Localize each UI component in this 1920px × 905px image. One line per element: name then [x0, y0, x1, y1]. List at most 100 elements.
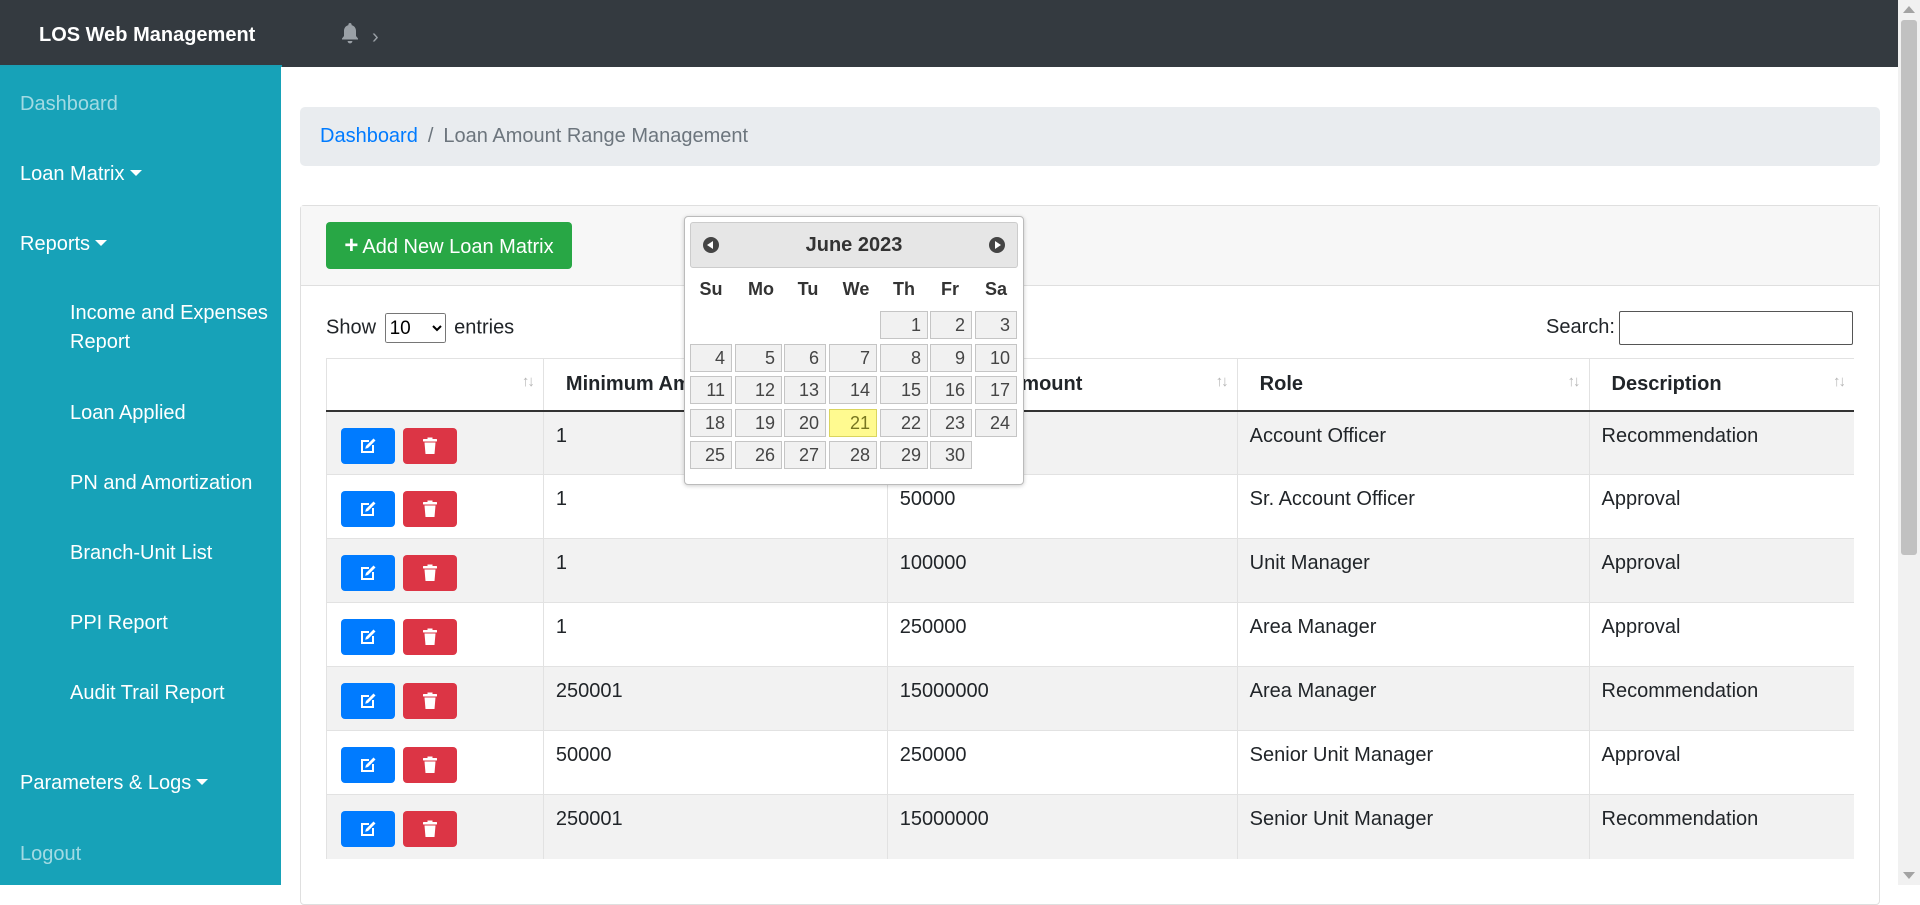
calendar-day[interactable]: 28 [829, 441, 877, 469]
bell-icon[interactable] [340, 22, 362, 46]
column-header-description[interactable]: Description ↑↓ [1588, 358, 1854, 412]
calendar-day[interactable]: 20 [784, 408, 826, 437]
calendar-day[interactable]: 8 [880, 343, 928, 372]
calendar-day[interactable]: 14 [829, 376, 877, 404]
cell-role: Senior Unit Manager [1236, 794, 1590, 859]
edit-button[interactable] [341, 491, 395, 527]
calendar-day[interactable]: 5 [735, 343, 782, 372]
calendar-day[interactable]: 2 [930, 311, 972, 339]
calendar-day[interactable]: 27 [784, 441, 826, 469]
weekday-header: We [842, 279, 870, 299]
calendar-day[interactable]: 26 [735, 441, 782, 469]
delete-button[interactable] [403, 619, 457, 655]
calendar-day[interactable]: 12 [735, 376, 782, 404]
delete-button[interactable] [403, 811, 457, 847]
chevron-right-icon[interactable]: › [372, 27, 379, 47]
sidebar-item-pn-amortization[interactable]: PN and Amortization [70, 469, 270, 498]
calendar-day[interactable]: 1 [880, 311, 928, 339]
cell-description: Approval [1588, 730, 1854, 795]
calendar-day[interactable]: 24 [975, 408, 1017, 437]
breadcrumb-separator: / [427, 125, 434, 147]
edit-button[interactable] [341, 683, 395, 719]
cell-role: Sr. Account Officer [1236, 474, 1590, 539]
cell-minimum-amount: 250001 [542, 794, 888, 859]
next-month-icon[interactable] [989, 237, 1005, 253]
table-row: 1 50000 Sr. Account Officer Approval [326, 474, 1854, 539]
cell-maximum-amount: 100000 [886, 538, 1238, 603]
delete-button[interactable] [403, 491, 457, 527]
sidebar-item-income-expenses-report[interactable]: Income and Expenses Report [70, 299, 270, 357]
page-size-select[interactable]: 10 [384, 313, 446, 343]
calendar-day[interactable]: 29 [880, 441, 928, 469]
breadcrumb-dashboard-link[interactable]: Dashboard [320, 125, 418, 147]
weekday-header: Sa [984, 279, 1008, 299]
cell-description: Recommendation [1588, 666, 1854, 731]
edit-button[interactable] [341, 427, 395, 464]
cell-maximum-amount: 15000000 [886, 666, 1238, 731]
show-label: Show [326, 316, 377, 339]
datepicker-header: June 2023 [690, 222, 1018, 268]
sort-icon: ↑↓ [1567, 373, 1581, 390]
column-header-actions[interactable]: ↑↓ [326, 358, 544, 412]
calendar-day[interactable]: 4 [690, 343, 732, 372]
table-row: 250001 15000000 Area Manager Recommendation [326, 666, 1854, 731]
calendar-day[interactable]: 18 [690, 408, 732, 437]
calendar-day[interactable]: 21 [829, 408, 877, 437]
edit-button[interactable] [341, 747, 395, 783]
sidebar-item-reports[interactable]: Reports [20, 233, 108, 256]
calendar-day[interactable]: 19 [735, 408, 782, 437]
scroll-down-arrow[interactable] [1903, 872, 1915, 879]
delete-button[interactable] [403, 683, 457, 719]
sidebar-item-loan-matrix[interactable]: Loan Matrix [20, 163, 142, 186]
sidebar-item-loan-applied[interactable]: Loan Applied [70, 399, 270, 428]
calendar-day[interactable]: 9 [930, 343, 972, 372]
cell-maximum-amount: 15000000 [886, 794, 1238, 859]
sidebar-item-parameters-logs[interactable]: Parameters & Logs [20, 772, 209, 795]
calendar-day[interactable]: 15 [880, 376, 928, 404]
datepicker: June 2023 Su Mo Tu We Th Fr Sa 1 2 3 4 5 6 7 8 9 10 11 12 1… [684, 216, 1024, 485]
calendar-day[interactable]: 3 [975, 311, 1017, 339]
sort-icon: ↑↓ [1833, 373, 1846, 390]
calendar-day[interactable]: 13 [784, 376, 826, 404]
app-title[interactable]: LOS Web Management [0, 0, 282, 67]
sidebar-item-branch-unit-list[interactable]: Branch-Unit List [70, 539, 270, 568]
sidebar-item-audit-trail-report[interactable]: Audit Trail Report [70, 679, 270, 708]
delete-button[interactable] [403, 427, 457, 464]
add-button-label: Add New Loan Matrix [362, 236, 554, 258]
sidebar-item-logout[interactable]: Logout [20, 843, 81, 866]
top-navbar [0, 0, 1898, 67]
sidebar-item-label: Loan Matrix [20, 163, 125, 185]
row-actions-cell [326, 474, 544, 539]
search-input[interactable] [1619, 311, 1853, 345]
delete-button[interactable] [403, 747, 457, 783]
calendar-day[interactable]: 22 [880, 408, 928, 437]
entries-label: entries [454, 316, 515, 339]
sidebar-item-dashboard[interactable]: Dashboard [20, 93, 118, 116]
calendar-day[interactable]: 10 [975, 343, 1017, 372]
cell-role: Senior Unit Manager [1236, 730, 1590, 795]
edit-button[interactable] [341, 555, 395, 591]
datepicker-title: June 2023 [805, 234, 903, 256]
calendar-day[interactable]: 7 [829, 343, 877, 372]
calendar-day[interactable]: 16 [930, 376, 972, 404]
scroll-up-arrow[interactable] [1903, 6, 1915, 13]
calendar-day[interactable]: 30 [930, 441, 972, 469]
cell-minimum-amount: 1 [542, 538, 888, 603]
weekday-header: Su [699, 279, 723, 299]
add-loan-matrix-button[interactable]: + Add New Loan Matrix [326, 222, 572, 269]
row-actions-cell [326, 730, 544, 795]
column-header-role[interactable]: Role ↑↓ [1236, 358, 1590, 412]
calendar-day[interactable]: 23 [930, 408, 972, 437]
edit-button[interactable] [341, 619, 395, 655]
table-row: 50000 250000 Senior Unit Manager Approval [326, 730, 1854, 795]
calendar-day[interactable]: 17 [975, 376, 1017, 404]
sidebar-item-ppi-report[interactable]: PPI Report [70, 609, 270, 638]
edit-button[interactable] [341, 811, 395, 847]
calendar-day[interactable]: 6 [784, 343, 826, 372]
cell-minimum-amount: 250001 [542, 666, 888, 731]
cell-description: Recommendation [1588, 794, 1854, 859]
calendar-day[interactable]: 11 [690, 376, 732, 404]
scrollbar-thumb[interactable] [1901, 20, 1917, 555]
delete-button[interactable] [403, 555, 457, 591]
calendar-day[interactable]: 25 [690, 441, 732, 469]
